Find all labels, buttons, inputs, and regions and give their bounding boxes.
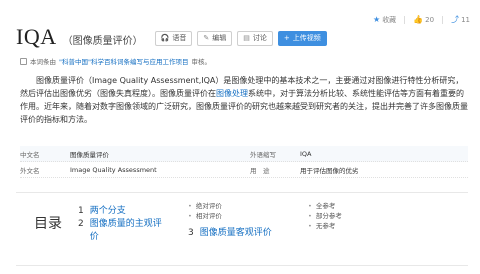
title-buttons: 🎧 语音 ✎ 编辑 ▤ 讨论 + 上传视频	[154, 30, 327, 46]
toc-subitem[interactable]: 部分参考	[308, 211, 342, 221]
source-link[interactable]: "科普中国"科学百科词条编写与应用工作项目	[59, 56, 188, 66]
toc-item-number: 1	[78, 206, 84, 216]
image-processing-link[interactable]: 图像处理	[216, 89, 248, 98]
discuss-label: 讨论	[252, 34, 267, 42]
toc-column: 1 两个分支 2 图像质量的主观评价	[78, 205, 168, 244]
toc-item[interactable]: 2 图像质量的主观评价	[78, 218, 168, 244]
info-value: 图像质量评价	[70, 150, 109, 159]
info-value: 用于评估图像的优劣	[300, 166, 359, 175]
toc-column: 绝对评价 相对评价 3 图像质量客观评价	[188, 201, 298, 240]
info-row: 外文名 Image Quality Assessment 用 途 用于评估图像的…	[20, 162, 468, 178]
info-value: Image Quality Assessment	[70, 165, 157, 174]
info-key: 中文名	[20, 150, 40, 159]
info-key: 外文名	[20, 166, 40, 175]
share-count: 11	[461, 15, 470, 24]
basic-info-table: 中文名 图像质量评价 外语缩写 IQA 外文名 Image Quality As…	[20, 146, 468, 178]
toc-subitem[interactable]: 绝对评价	[188, 201, 298, 211]
info-key: 外语缩写	[250, 150, 276, 159]
toc-item-number: 3	[188, 228, 194, 238]
toc-subitem[interactable]: 全参考	[308, 201, 342, 211]
divider	[442, 15, 444, 24]
toc-item-text: 图像质量的主观评价	[89, 219, 162, 242]
title-row: IQA （图像质量评价） 🎧 语音 ✎ 编辑 ▤ 讨论 + 上传视频	[16, 24, 327, 50]
audio-icon: 🎧	[160, 34, 170, 42]
top-actions: ★ 收藏 👍 20 ⤴ 11	[373, 14, 470, 25]
page-subtitle: （图像质量评价）	[62, 35, 143, 47]
page-title: IQA	[16, 24, 57, 49]
audio-button[interactable]: 🎧 语音	[154, 30, 193, 46]
toc-subitem[interactable]: 相对评价	[188, 211, 298, 221]
info-value: IQA	[300, 149, 312, 158]
edit-icon: ✎	[203, 34, 210, 42]
upload-label: 上传视频	[292, 34, 321, 42]
audio-label: 语音	[172, 34, 187, 42]
discuss-icon: ▤	[243, 34, 250, 42]
document-icon	[20, 57, 27, 65]
like-count: 20	[425, 15, 435, 24]
summary-paragraph: 图像质量评价（Image Quality Assessment,IQA）是图像处…	[20, 74, 468, 126]
like-action[interactable]: 👍 20	[413, 15, 434, 24]
edit-label: 编辑	[212, 34, 227, 42]
discuss-button[interactable]: ▤ 讨论	[237, 30, 273, 46]
table-of-contents: 目录 1 两个分支 2 图像质量的主观评价 绝对评价 相对评价 3 图像质量客观…	[16, 192, 468, 266]
source-suffix: 审核。	[191, 58, 211, 66]
toc-item-text: 两个分支	[89, 206, 126, 216]
toc-item[interactable]: 3 图像质量客观评价	[188, 227, 298, 240]
edit-button[interactable]: ✎ 编辑	[197, 30, 233, 46]
favorite-action[interactable]: ★ 收藏	[373, 15, 396, 25]
toc-item[interactable]: 1 两个分支	[78, 205, 168, 218]
source-prefix: 本词条由	[30, 58, 56, 66]
upload-video-button[interactable]: + 上传视频	[277, 30, 327, 46]
share-action[interactable]: ⤴ 11	[451, 14, 470, 25]
thumbs-up-icon: 👍	[413, 15, 424, 24]
divider	[404, 15, 406, 24]
star-icon: ★	[373, 15, 381, 24]
source-line: 本词条由 "科普中国"科学百科词条编写与应用工作项目 审核。	[20, 56, 211, 66]
toc-title: 目录	[34, 216, 62, 232]
info-row: 中文名 图像质量评价 外语缩写 IQA	[20, 146, 468, 162]
favorite-label: 收藏	[382, 15, 397, 24]
upload-icon: +	[283, 34, 290, 42]
info-key: 用 途	[250, 166, 270, 175]
toc-column: 全参考 部分参考 无参考	[308, 201, 342, 231]
toc-subitem[interactable]: 无参考	[308, 221, 342, 231]
toc-item-text: 图像质量客观评价	[199, 228, 272, 238]
share-icon: ⤴	[451, 15, 460, 24]
toc-item-number: 2	[78, 219, 84, 229]
